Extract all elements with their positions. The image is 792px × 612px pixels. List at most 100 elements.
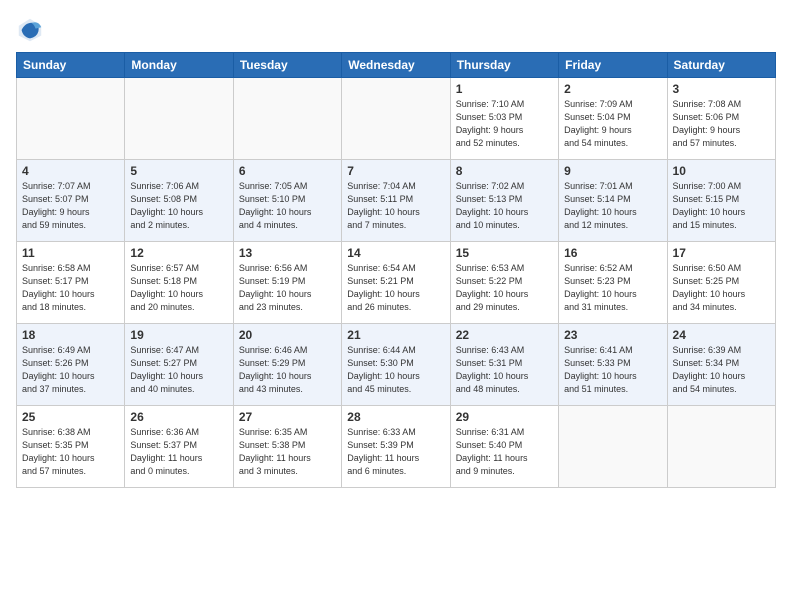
day-number: 28 <box>347 410 444 424</box>
day-info: Sunrise: 7:10 AM Sunset: 5:03 PM Dayligh… <box>456 98 553 150</box>
calendar-table: SundayMondayTuesdayWednesdayThursdayFrid… <box>16 52 776 488</box>
day-info: Sunrise: 6:49 AM Sunset: 5:26 PM Dayligh… <box>22 344 119 396</box>
day-number: 23 <box>564 328 661 342</box>
calendar-cell <box>667 406 775 488</box>
day-number: 15 <box>456 246 553 260</box>
day-number: 1 <box>456 82 553 96</box>
calendar-cell: 14 Sunrise: 6:54 AM Sunset: 5:21 PM Dayli… <box>342 242 450 324</box>
day-number: 4 <box>22 164 119 178</box>
calendar-cell: 16 Sunrise: 6:52 AM Sunset: 5:23 PM Dayli… <box>559 242 667 324</box>
day-number: 21 <box>347 328 444 342</box>
calendar-cell: 8 Sunrise: 7:02 AM Sunset: 5:13 PM Daylig… <box>450 160 558 242</box>
calendar-cell <box>17 78 125 160</box>
calendar-cell: 11Sunrise: 6:58 AM Sunset: 5:17 PM Dayli… <box>17 242 125 324</box>
day-number: 20 <box>239 328 336 342</box>
day-info: Sunrise: 6:57 AM Sunset: 5:18 PM Dayligh… <box>130 262 227 314</box>
day-info: Sunrise: 6:38 AM Sunset: 5:35 PM Dayligh… <box>22 426 119 478</box>
day-number: 9 <box>564 164 661 178</box>
calendar-cell: 29 Sunrise: 6:31 AM Sunset: 5:40 PM Dayli… <box>450 406 558 488</box>
column-header-wednesday: Wednesday <box>342 53 450 78</box>
day-number: 6 <box>239 164 336 178</box>
calendar-cell <box>342 78 450 160</box>
day-number: 14 <box>347 246 444 260</box>
day-info: Sunrise: 6:31 AM Sunset: 5:40 PM Dayligh… <box>456 426 553 478</box>
day-info: Sunrise: 7:00 AM Sunset: 5:15 PM Dayligh… <box>673 180 770 232</box>
day-info: Sunrise: 6:50 AM Sunset: 5:25 PM Dayligh… <box>673 262 770 314</box>
calendar-cell: 5 Sunrise: 7:06 AM Sunset: 5:08 PM Daylig… <box>125 160 233 242</box>
day-info: Sunrise: 6:46 AM Sunset: 5:29 PM Dayligh… <box>239 344 336 396</box>
page: SundayMondayTuesdayWednesdayThursdayFrid… <box>0 0 792 612</box>
day-info: Sunrise: 6:33 AM Sunset: 5:39 PM Dayligh… <box>347 426 444 478</box>
column-header-thursday: Thursday <box>450 53 558 78</box>
day-number: 12 <box>130 246 227 260</box>
day-number: 16 <box>564 246 661 260</box>
calendar-cell <box>125 78 233 160</box>
calendar-cell <box>559 406 667 488</box>
day-number: 7 <box>347 164 444 178</box>
calendar-cell: 1 Sunrise: 7:10 AM Sunset: 5:03 PM Daylig… <box>450 78 558 160</box>
calendar-cell: 7 Sunrise: 7:04 AM Sunset: 5:11 PM Daylig… <box>342 160 450 242</box>
calendar-cell <box>233 78 341 160</box>
calendar-cell: 25 Sunrise: 6:38 AM Sunset: 5:35 PM Dayli… <box>17 406 125 488</box>
calendar-week-row: 1 Sunrise: 7:10 AM Sunset: 5:03 PM Daylig… <box>17 78 776 160</box>
day-number: 22 <box>456 328 553 342</box>
day-info: Sunrise: 6:35 AM Sunset: 5:38 PM Dayligh… <box>239 426 336 478</box>
calendar-cell: 4 Sunrise: 7:07 AM Sunset: 5:07 PM Daylig… <box>17 160 125 242</box>
day-info: Sunrise: 6:56 AM Sunset: 5:19 PM Dayligh… <box>239 262 336 314</box>
calendar-week-row: 4 Sunrise: 7:07 AM Sunset: 5:07 PM Daylig… <box>17 160 776 242</box>
day-info: Sunrise: 7:07 AM Sunset: 5:07 PM Dayligh… <box>22 180 119 232</box>
day-info: Sunrise: 6:43 AM Sunset: 5:31 PM Dayligh… <box>456 344 553 396</box>
day-number: 18 <box>22 328 119 342</box>
logo <box>16 16 48 44</box>
day-number: 29 <box>456 410 553 424</box>
calendar-cell: 22 Sunrise: 6:43 AM Sunset: 5:31 PM Dayli… <box>450 324 558 406</box>
header <box>16 16 776 44</box>
calendar-cell: 27 Sunrise: 6:35 AM Sunset: 5:38 PM Dayli… <box>233 406 341 488</box>
day-number: 17 <box>673 246 770 260</box>
day-info: Sunrise: 7:06 AM Sunset: 5:08 PM Dayligh… <box>130 180 227 232</box>
calendar-cell: 9 Sunrise: 7:01 AM Sunset: 5:14 PM Daylig… <box>559 160 667 242</box>
logo-icon <box>16 16 44 44</box>
column-header-tuesday: Tuesday <box>233 53 341 78</box>
day-number: 27 <box>239 410 336 424</box>
calendar-cell: 21Sunrise: 6:44 AM Sunset: 5:30 PM Dayli… <box>342 324 450 406</box>
day-info: Sunrise: 6:47 AM Sunset: 5:27 PM Dayligh… <box>130 344 227 396</box>
calendar-week-row: 25 Sunrise: 6:38 AM Sunset: 5:35 PM Dayli… <box>17 406 776 488</box>
day-info: Sunrise: 7:02 AM Sunset: 5:13 PM Dayligh… <box>456 180 553 232</box>
calendar-week-row: 11Sunrise: 6:58 AM Sunset: 5:17 PM Dayli… <box>17 242 776 324</box>
day-number: 3 <box>673 82 770 96</box>
day-info: Sunrise: 7:04 AM Sunset: 5:11 PM Dayligh… <box>347 180 444 232</box>
day-number: 8 <box>456 164 553 178</box>
day-number: 25 <box>22 410 119 424</box>
day-number: 24 <box>673 328 770 342</box>
column-header-sunday: Sunday <box>17 53 125 78</box>
day-number: 13 <box>239 246 336 260</box>
day-info: Sunrise: 7:09 AM Sunset: 5:04 PM Dayligh… <box>564 98 661 150</box>
day-info: Sunrise: 7:05 AM Sunset: 5:10 PM Dayligh… <box>239 180 336 232</box>
day-info: Sunrise: 6:41 AM Sunset: 5:33 PM Dayligh… <box>564 344 661 396</box>
column-header-friday: Friday <box>559 53 667 78</box>
day-info: Sunrise: 6:39 AM Sunset: 5:34 PM Dayligh… <box>673 344 770 396</box>
day-info: Sunrise: 6:58 AM Sunset: 5:17 PM Dayligh… <box>22 262 119 314</box>
calendar-cell: 2Sunrise: 7:09 AM Sunset: 5:04 PM Daylig… <box>559 78 667 160</box>
calendar-cell: 19Sunrise: 6:47 AM Sunset: 5:27 PM Dayli… <box>125 324 233 406</box>
calendar-cell: 28 Sunrise: 6:33 AM Sunset: 5:39 PM Dayli… <box>342 406 450 488</box>
day-info: Sunrise: 6:52 AM Sunset: 5:23 PM Dayligh… <box>564 262 661 314</box>
calendar-cell: 20 Sunrise: 6:46 AM Sunset: 5:29 PM Dayli… <box>233 324 341 406</box>
calendar-cell: 17 Sunrise: 6:50 AM Sunset: 5:25 PM Dayli… <box>667 242 775 324</box>
day-info: Sunrise: 6:54 AM Sunset: 5:21 PM Dayligh… <box>347 262 444 314</box>
calendar-cell: 6 Sunrise: 7:05 AM Sunset: 5:10 PM Daylig… <box>233 160 341 242</box>
column-header-saturday: Saturday <box>667 53 775 78</box>
calendar-cell: 15 Sunrise: 6:53 AM Sunset: 5:22 PM Dayli… <box>450 242 558 324</box>
day-number: 5 <box>130 164 227 178</box>
calendar-week-row: 18 Sunrise: 6:49 AM Sunset: 5:26 PM Dayli… <box>17 324 776 406</box>
day-info: Sunrise: 7:08 AM Sunset: 5:06 PM Dayligh… <box>673 98 770 150</box>
calendar-cell: 24 Sunrise: 6:39 AM Sunset: 5:34 PM Dayli… <box>667 324 775 406</box>
calendar-header-row: SundayMondayTuesdayWednesdayThursdayFrid… <box>17 53 776 78</box>
calendar-cell: 10Sunrise: 7:00 AM Sunset: 5:15 PM Dayli… <box>667 160 775 242</box>
day-info: Sunrise: 7:01 AM Sunset: 5:14 PM Dayligh… <box>564 180 661 232</box>
calendar-cell: 18 Sunrise: 6:49 AM Sunset: 5:26 PM Dayli… <box>17 324 125 406</box>
calendar-cell: 3 Sunrise: 7:08 AM Sunset: 5:06 PM Daylig… <box>667 78 775 160</box>
day-number: 26 <box>130 410 227 424</box>
day-info: Sunrise: 6:53 AM Sunset: 5:22 PM Dayligh… <box>456 262 553 314</box>
